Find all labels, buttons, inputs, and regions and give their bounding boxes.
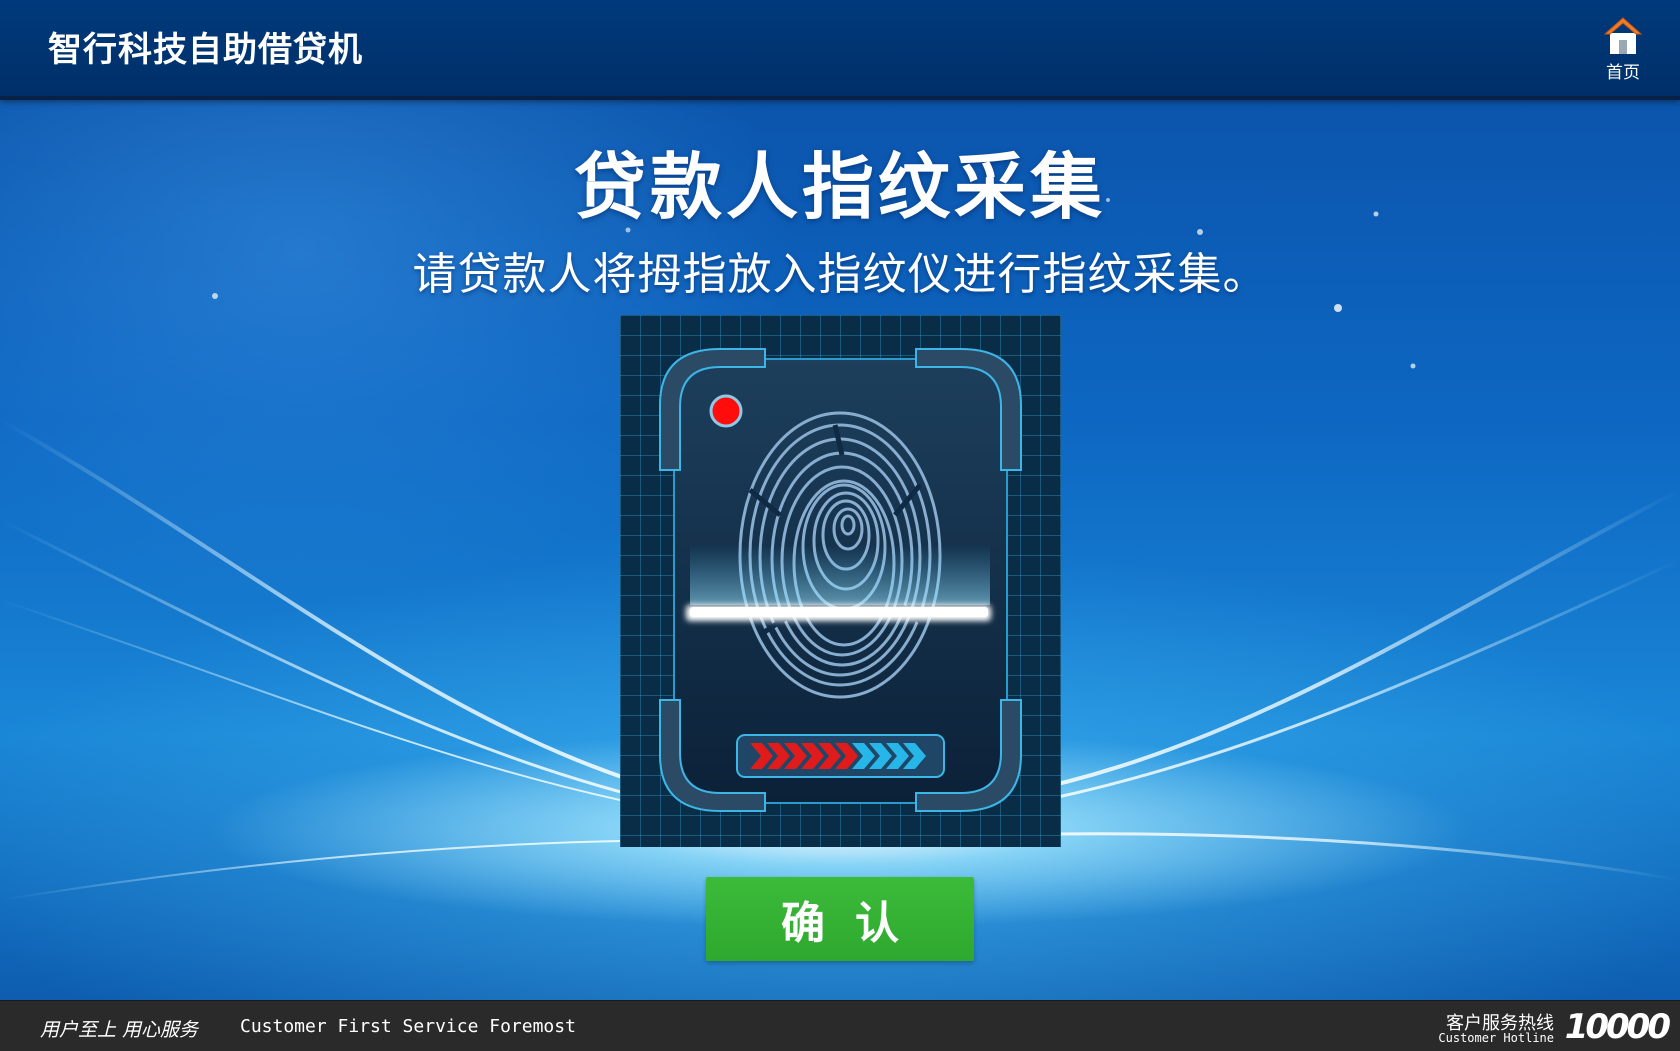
instruction-text: 请贷款人将拇指放入指纹仪进行指纹采集。: [412, 249, 1268, 300]
status-indicator: [709, 394, 743, 428]
footer-bar: 用户至上 用心服务 Customer First Service Foremos…: [0, 1000, 1680, 1051]
fingerprint-icon: [659, 348, 1022, 812]
app-title: 智行科技自助借贷机: [48, 30, 363, 70]
home-icon: [1604, 17, 1642, 54]
page-title: 贷款人指纹采集: [573, 145, 1106, 229]
top-bar: 智行科技自助借贷机 首页: [0, 0, 1680, 100]
home-button[interactable]: 首页: [1596, 16, 1650, 84]
slogan-english: Customer First Service Foremost: [240, 1016, 576, 1037]
home-label: 首页: [1606, 63, 1640, 83]
hotline-number-logo: 10000: [1564, 1007, 1671, 1047]
slogan-chinese: 用户至上 用心服务: [40, 1019, 199, 1041]
confirm-button[interactable]: 确认: [706, 877, 974, 961]
hotline-label-english: Customer Hotline: [1438, 1031, 1554, 1045]
fingerprint-scanner-panel: [620, 315, 1061, 847]
